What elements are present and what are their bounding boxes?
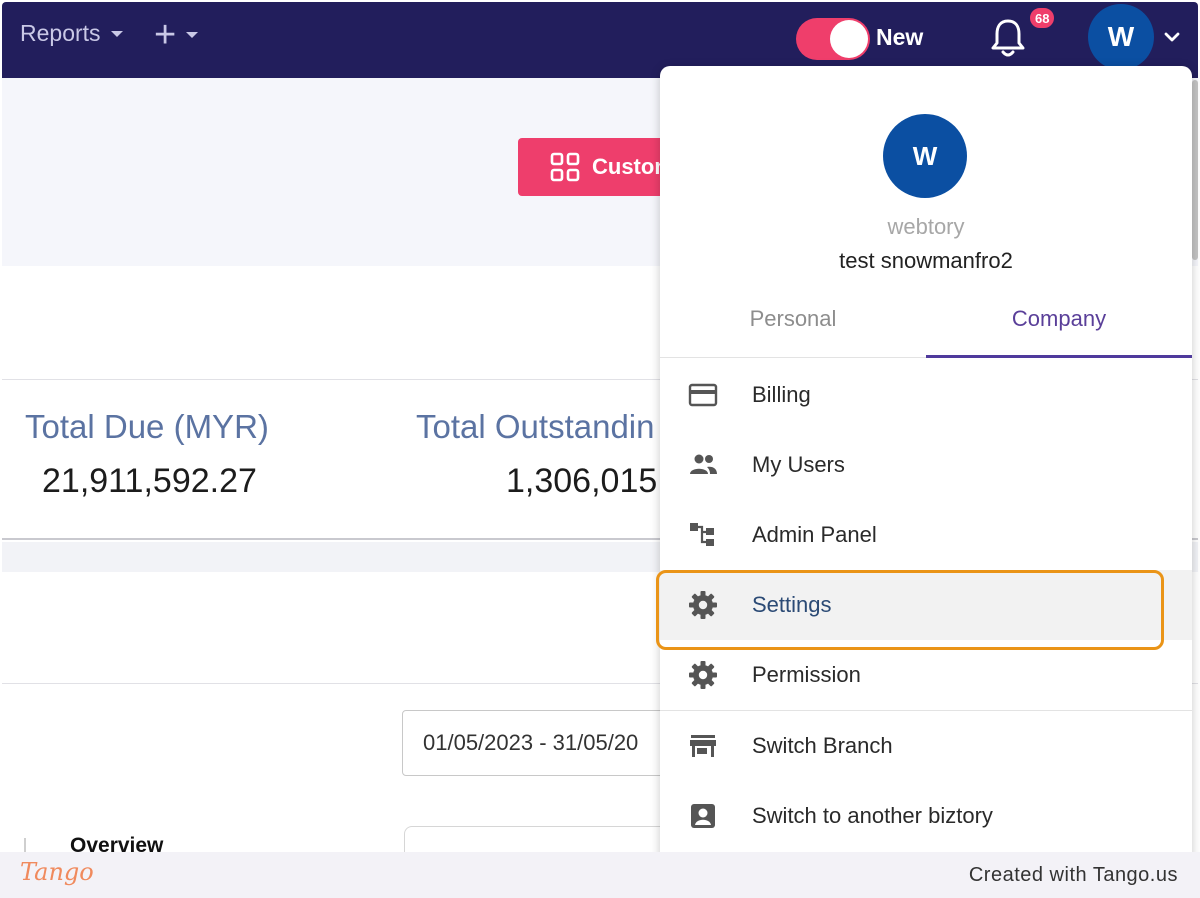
menu-avatar: W: [883, 114, 967, 198]
notification-button[interactable]: [988, 16, 1028, 60]
page-scrollbar[interactable]: [1192, 80, 1198, 260]
account-dropdown-menu: W webtory test snowmanfro2 Personal Comp…: [660, 66, 1192, 866]
total-due-label: Total Due (MYR): [25, 408, 269, 445]
toggle-knob: [830, 20, 868, 58]
grid-icon: [550, 152, 580, 182]
menu-item-settings[interactable]: Settings: [660, 570, 1192, 640]
toggle-label: New: [876, 24, 924, 50]
tab-personal[interactable]: Personal: [660, 288, 926, 358]
tab-company[interactable]: Company: [926, 288, 1192, 358]
new-ui-toggle[interactable]: [796, 18, 870, 60]
credit-card-icon: [688, 383, 718, 407]
user-avatar-button[interactable]: W: [1088, 4, 1154, 70]
store-icon: [690, 735, 716, 757]
menu-item-label: Switch to another biztory: [752, 803, 993, 828]
reports-menu[interactable]: Reports: [20, 20, 123, 47]
menu-item-billing[interactable]: Billing: [660, 360, 1192, 430]
account-box-icon: [691, 804, 715, 828]
footer-bar: Tango Created with Tango.us: [0, 852, 1200, 898]
tango-logo: Tango: [20, 858, 94, 886]
gear-icon: [689, 591, 717, 619]
chevron-down-icon[interactable]: [1163, 28, 1181, 46]
menu-item-label: My Users: [752, 452, 845, 477]
plus-icon: +: [154, 14, 177, 56]
reports-label: Reports: [20, 20, 101, 46]
add-new-menu[interactable]: +: [154, 14, 199, 56]
menu-item-switch-branch[interactable]: Switch Branch: [660, 711, 1192, 781]
total-due-value: 21,911,592.27: [42, 462, 257, 500]
menu-item-label: Billing: [752, 382, 811, 407]
gear-icon: [689, 661, 717, 689]
customize-button[interactable]: Custom: [518, 138, 678, 196]
caret-down-icon: [186, 32, 199, 38]
menu-item-label: Admin Panel: [752, 522, 877, 547]
menu-tabs: Personal Company: [660, 288, 1192, 358]
menu-item-label: Settings: [752, 592, 832, 617]
total-outstanding-label: Total Outstandin: [416, 408, 655, 445]
user-name: test snowmanfro2: [839, 248, 1013, 273]
bell-icon: [991, 19, 1025, 57]
menu-item-switch-biztory[interactable]: Switch to another biztory: [660, 781, 1192, 851]
notification-badge: 68: [1028, 6, 1057, 30]
hierarchy-icon: [690, 523, 714, 546]
footer-credit: Created with Tango.us: [968, 864, 1178, 886]
company-name: webtory: [887, 214, 965, 239]
menu-item-label: Permission: [752, 662, 861, 687]
menu-item-my-users[interactable]: My Users: [660, 430, 1192, 500]
menu-item-label: Switch Branch: [752, 733, 893, 758]
caret-down-icon: [110, 30, 123, 37]
menu-item-permission[interactable]: Permission: [660, 640, 1192, 710]
users-icon: [690, 454, 717, 474]
date-range-input[interactable]: 01/05/2023 - 31/05/20: [402, 710, 702, 776]
menu-item-admin-panel[interactable]: Admin Panel: [660, 500, 1192, 570]
total-outstanding-value: 1,306,015: [506, 462, 658, 500]
